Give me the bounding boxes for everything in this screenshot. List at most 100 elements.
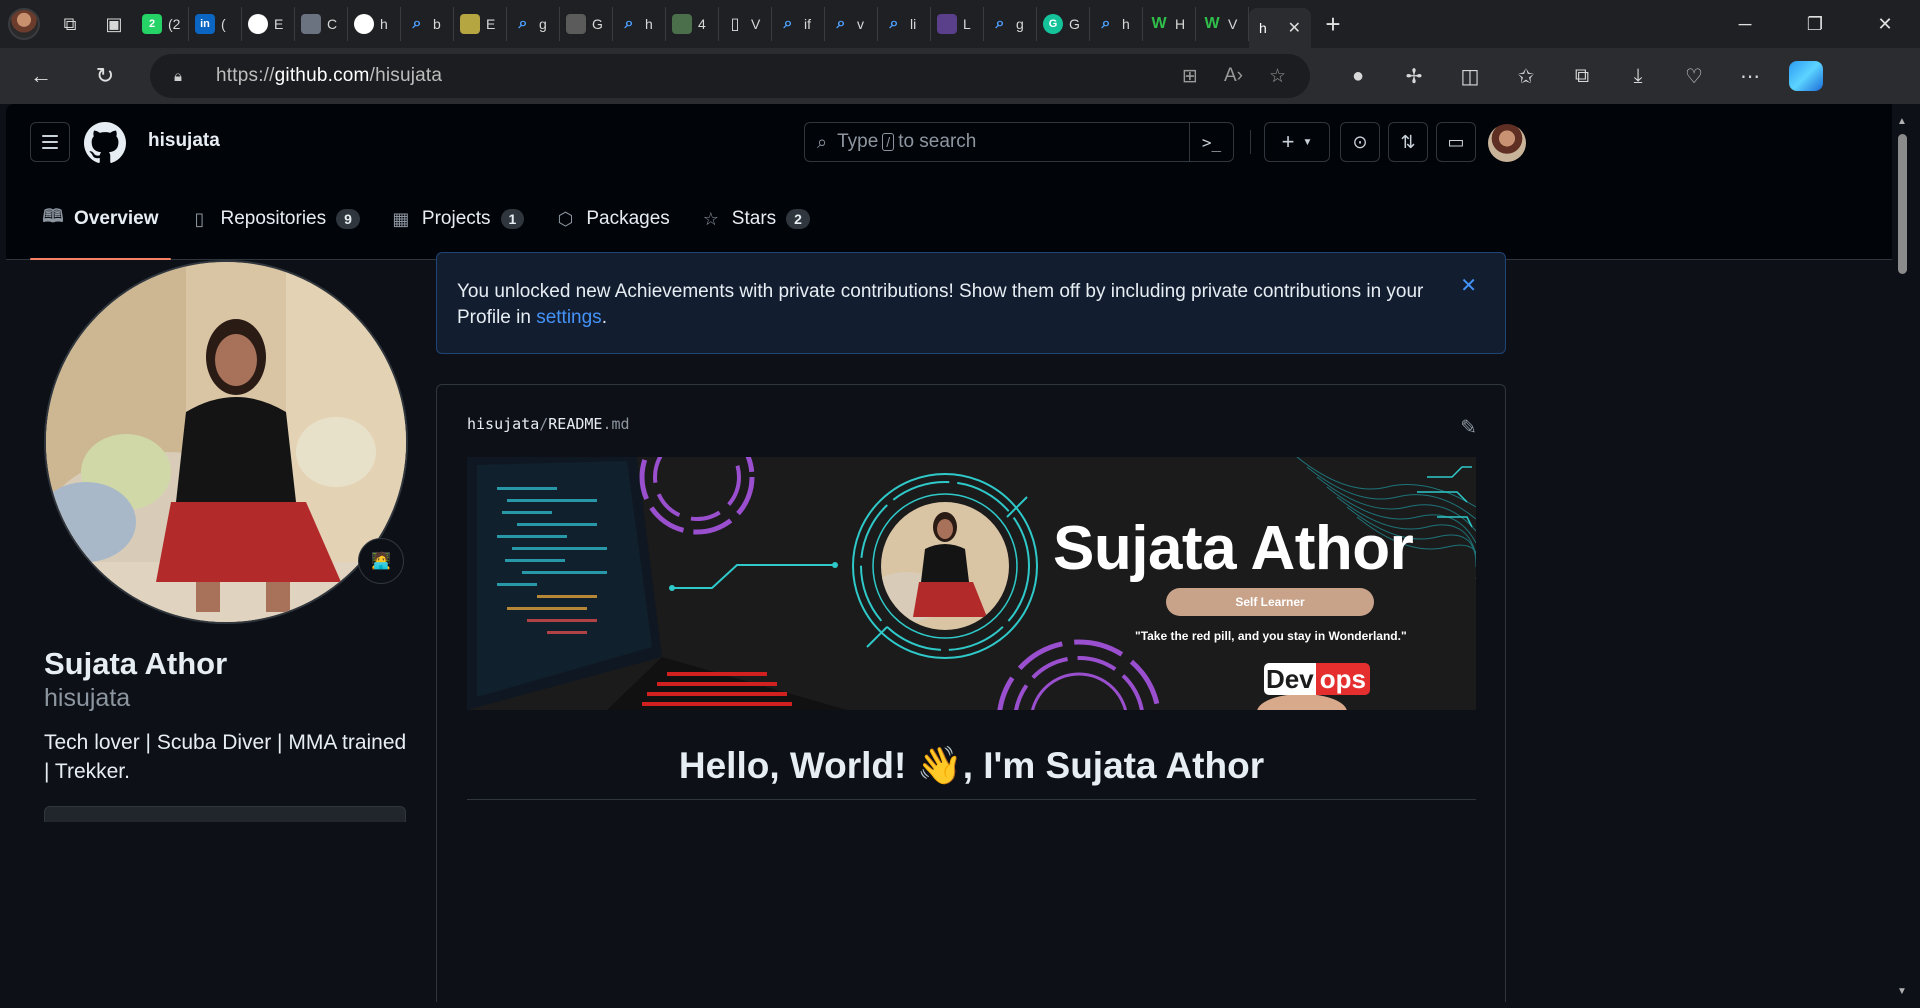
github-logo-icon[interactable] [84,122,126,164]
tab-actions-icon[interactable]: ▣ [92,0,136,48]
tab-label: Packages [586,208,670,229]
tab-label: Stars [731,208,777,229]
downloads-icon[interactable]: ⤓ [1610,48,1666,104]
browser-tab[interactable]: ⌕ if [772,7,825,41]
tab-title: h [380,16,388,32]
browser-tab[interactable]: C [295,7,348,41]
tab-overview[interactable]: 🕮︎ Overview [30,178,171,260]
tab-favicon-label: W [1204,15,1220,32]
scroll-up-icon[interactable]: ▲ [1896,116,1908,128]
readme-path: hisujata/README.md [467,415,630,433]
user-avatar[interactable] [1488,124,1526,162]
browser-tab[interactable]: WV [1196,7,1249,41]
tab-title: E [274,16,284,32]
tab-label: Repositories [220,208,327,229]
grammarly-icon: G [1043,14,1063,34]
refresh-icon[interactable]: ↻ [80,56,130,96]
tab-projects[interactable]: ▦ Projects 1 [378,178,536,260]
browser-tab[interactable]: 2 (2 [136,7,189,41]
browser-tab[interactable]: E [454,7,507,41]
browser-tab[interactable]: GG [1037,7,1090,41]
active-tab[interactable]: h ✕ [1249,8,1311,48]
settings-link[interactable]: settings [536,307,601,328]
readme-owner[interactable]: hisujata [467,415,539,433]
devops-logo-ops: ops [1315,663,1370,695]
tab-favicon-label: W [1151,15,1167,32]
counter-badge: 9 [336,209,360,229]
browser-tab[interactable]: E [242,7,295,41]
tab-label: Projects [421,208,491,229]
favorite-star-icon[interactable]: ☆ [1269,65,1286,88]
edit-profile-button[interactable] [44,806,406,822]
browser-tab[interactable]: ⌕ g [984,7,1037,41]
inbox-icon[interactable]: ▭ [1436,122,1476,162]
browser-tab[interactable]: ⌕ li [878,7,931,41]
search-input[interactable]: ⌕ Type / to search >_ [804,122,1234,162]
pull-requests-icon[interactable]: ⇅ [1388,122,1428,162]
read-aloud-icon[interactable]: A› [1224,65,1243,87]
workspaces-icon[interactable]: ⧉ [48,0,92,48]
favorites-icon[interactable]: ✩ [1498,48,1554,104]
plus-icon: + [1281,129,1295,154]
close-icon[interactable]: ✕ [1460,273,1477,299]
browser-profile-button[interactable] [0,0,48,48]
browser-tab[interactable]: ⌕ b [401,7,454,41]
search-icon: ⌕ [778,14,798,34]
search-icon: ⌕ [831,14,851,34]
extensions-icon[interactable]: ✢ [1386,48,1442,104]
back-icon[interactable]: ← [16,56,66,96]
header-username[interactable]: hisujata [148,130,220,152]
counter-badge: 1 [500,209,525,229]
browser-tab[interactable]: ▯ V [719,7,772,41]
set-status-icon[interactable]: 🧑‍💻︎ [358,538,404,584]
banner-pill: Self Learner [1166,588,1374,616]
scroll-down-icon[interactable]: ▼ [1896,986,1908,998]
minimize-icon[interactable]: ─ [1710,0,1780,48]
browser-tab[interactable]: ⌕ h [1090,7,1143,41]
close-window-icon[interactable]: ✕ [1850,0,1920,48]
profile-avatar-large[interactable] [44,260,408,624]
browser-tab[interactable]: h [348,7,401,41]
profile-bio: Tech lover | Scuba Diver | MMA trained |… [44,731,407,783]
browser-tab[interactable]: in ( [189,7,242,41]
new-tab-button[interactable]: + [1311,0,1355,48]
create-new-button[interactable]: + ▼ [1264,122,1330,162]
readme-heading: Hello, World! 👋, I'm Sujata Athor [678,745,1265,786]
pencil-edit-icon[interactable]: ✎ [1460,415,1477,440]
page-scrollbar[interactable]: ▲ ▼ [1892,104,1912,1008]
browser-tab[interactable]: 4 [666,7,719,41]
extension-dot-icon[interactable]: ● [1330,48,1386,104]
flash-period: . [601,307,607,328]
browser-tab[interactable]: ⌕ h [613,7,666,41]
lock-icon[interactable]: 🔒︎ [174,68,202,85]
tab-stars[interactable]: ☆ Stars 2 [688,178,822,260]
browser-tab[interactable]: L [931,7,984,41]
browser-tab[interactable]: ⌕ v [825,7,878,41]
split-screen-icon[interactable]: ◫ [1442,48,1498,104]
browser-essentials-icon[interactable]: ♡ [1666,48,1722,104]
browser-tab[interactable]: G [560,7,613,41]
copilot-button[interactable] [1778,48,1834,104]
tab-packages[interactable]: ⬡ Packages [542,178,681,260]
openai-icon [301,14,321,34]
collections-icon[interactable]: ⧉ [1554,48,1610,104]
app-available-icon[interactable]: ⊞ [1182,65,1198,88]
browser-tab[interactable]: WH [1143,7,1196,41]
scrollbar-thumb[interactable] [1898,134,1907,274]
command-palette-icon[interactable]: >_ [1189,123,1233,161]
restore-icon[interactable]: ❐ [1780,0,1850,48]
devops-logo-dev: Dev [1264,663,1316,695]
tab-title: g [1016,16,1024,32]
search-icon: ⌕ [619,14,639,34]
tab-title: (2 [168,16,181,32]
address-bar[interactable]: 🔒︎ https://github.com/hisujata ⊞ A› ☆ [150,54,1310,98]
hamburger-menu-icon[interactable] [30,122,70,162]
more-options-icon[interactable]: ⋯ [1722,48,1778,104]
readme-file: README [548,415,603,433]
close-tab-icon[interactable]: ✕ [1288,18,1301,38]
browser-tab[interactable]: ⌕ g [507,7,560,41]
tab-repositories[interactable]: ▯ Repositories 9 [177,178,372,260]
readme-card: hisujata/README.md ✎ Sujata Athor Self L… [436,384,1506,1002]
issues-icon[interactable]: ⊙ [1340,122,1380,162]
browser-tabstrip: ⧉ ▣ 2 (2 in(E Ch ⌕ b E ⌕ g G ⌕ h 4 ▯ V ⌕ if ⌕ v ⌕ li L ⌕ g G G ⌕ h W… [0,0,1920,48]
